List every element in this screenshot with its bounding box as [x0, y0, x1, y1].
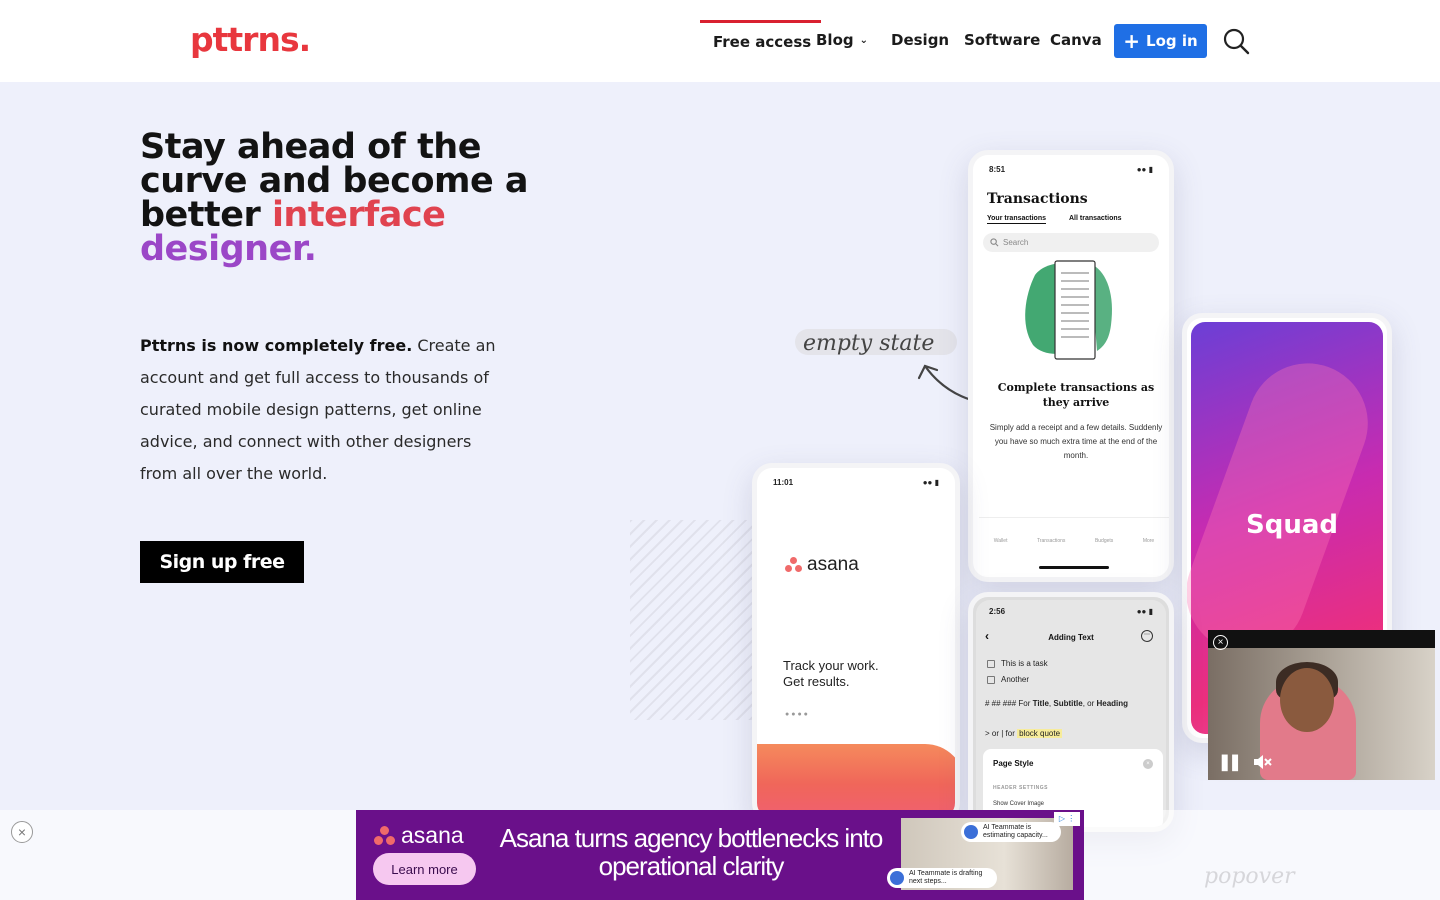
tab-your-transactions[interactable]: Your transactions: [987, 215, 1046, 224]
nav-software[interactable]: Software: [964, 20, 1040, 60]
tagline-line-1: Track your work.: [783, 658, 879, 673]
nav-label: Canva: [1050, 31, 1102, 49]
nav-canva[interactable]: Canva: [1050, 20, 1102, 60]
nav-label: Software: [964, 31, 1041, 49]
checkbox[interactable]: [987, 675, 995, 684]
sheet-section: HEADER SETTINGS: [993, 785, 1049, 791]
status-icons: ●● ▮: [922, 478, 939, 487]
hint-subtitle: Subtitle: [1053, 699, 1083, 708]
asana-tagline: Track your work. Get results.: [783, 658, 879, 690]
checkbox[interactable]: [987, 659, 995, 668]
hint-text: > or | for: [985, 729, 1018, 738]
login-label: Log in: [1146, 32, 1198, 50]
intro-text: Create an account and get full access to…: [140, 336, 496, 483]
task-label: Another: [1001, 675, 1030, 684]
asana-wordmark: asana: [807, 554, 859, 575]
close-icon[interactable]: ×: [1143, 759, 1153, 769]
mute-icon[interactable]: [1252, 752, 1272, 772]
phone-asana: 11:01 ●● ▮ asana Track your work. Get re…: [752, 463, 960, 823]
page-dots: ●●●●: [785, 711, 810, 718]
empty-state-label: empty state: [803, 331, 934, 356]
hero-intro: Pttrns is now completely free. Create an…: [140, 330, 510, 490]
status-time: 11:01: [773, 478, 794, 487]
status-icons: ●● ▮: [1136, 607, 1153, 616]
receipt-illustration: [1025, 260, 1113, 360]
sheet-item: Show Cover Image: [993, 801, 1045, 807]
headline-designer: designer.: [140, 229, 317, 269]
nav-label: Design: [891, 31, 950, 49]
nav-blog[interactable]: Blog ⌄: [816, 20, 868, 60]
plus-icon: +: [1123, 29, 1141, 53]
hint-highlight: block quote: [1017, 729, 1063, 738]
asana-logo: asana: [785, 554, 859, 576]
pause-icon[interactable]: ❚❚: [1218, 752, 1242, 772]
tabbar-transactions[interactable]: Transactions: [1037, 518, 1065, 557]
tagline-line-2: Get results.: [783, 674, 850, 689]
phone-notes: 2:56 ●● ▮ ‹ Adding Text ⋯ This is a task…: [968, 592, 1174, 832]
login-button[interactable]: + Log in: [1114, 24, 1207, 58]
pttrns-logo[interactable]: pttrns.: [190, 20, 311, 59]
tabbar-more[interactable]: More: [1143, 518, 1154, 557]
search-field[interactable]: Search: [983, 233, 1159, 252]
screen-title: Adding Text: [1048, 633, 1094, 642]
ad-logo: asana: [374, 822, 464, 849]
video-player[interactable]: × ❚❚: [1208, 630, 1435, 780]
status-icons: ●● ▮: [1136, 165, 1153, 174]
nav-label: Blog: [816, 31, 854, 49]
ad-photo: AI Teammate is estimating capacity... AI…: [887, 818, 1073, 890]
hint-or: , or: [1082, 699, 1097, 708]
tabbar-wallet[interactable]: Wallet: [994, 518, 1008, 557]
avatar: [964, 825, 978, 839]
phone-transactions: 8:51 ●● ▮ Transactions Your transactions…: [968, 150, 1174, 582]
task-label: This is a task: [1001, 659, 1048, 668]
nav-design[interactable]: Design: [891, 20, 949, 60]
status-time: 8:51: [989, 165, 1006, 174]
status-time: 2:56: [989, 607, 1006, 616]
task-row[interactable]: This is a task: [987, 659, 1048, 668]
asana-dots-icon: [785, 557, 803, 573]
asana-dots-icon: [374, 825, 396, 846]
search-icon: [990, 238, 999, 247]
bubble-text: AI Teammate is estimating capacity...: [983, 824, 1048, 839]
screen-title: Transactions: [987, 191, 1088, 207]
hero-headline: Stay ahead of the curve and become a bet…: [140, 130, 560, 269]
intro-bold: Pttrns is now completely free.: [140, 336, 413, 355]
sheet-title: Page Style: [993, 759, 1034, 768]
close-icon[interactable]: ×: [1213, 635, 1228, 650]
video-face: [1280, 668, 1334, 732]
task-row[interactable]: Another: [987, 675, 1029, 684]
quote-hint: > or | for block quote: [985, 727, 1165, 740]
hint-title: Title: [1032, 699, 1049, 708]
empty-state-body: Simply add a receipt and a few details. …: [989, 423, 1163, 460]
tab-bar: Wallet Transactions Budgets More: [979, 517, 1169, 557]
home-indicator: [1039, 566, 1109, 569]
site-header: pttrns. Free access Blog ⌄ Design Softwa…: [0, 0, 1440, 82]
ai-bubble: AI Teammate is estimating capacity...: [961, 822, 1061, 842]
bubble-text: AI Teammate is drafting next steps...: [909, 870, 983, 885]
ad-choices-icon[interactable]: ▷ ⋮: [1054, 812, 1080, 826]
empty-state-heading: Complete transactions as they arrive: [997, 381, 1155, 409]
squad-label: Squad: [1245, 510, 1338, 540]
video-frame: [1208, 648, 1435, 780]
signup-button[interactable]: Sign up free: [140, 541, 304, 583]
chevron-down-icon: ⌄: [859, 34, 869, 46]
tab-all-transactions[interactable]: All transactions: [1069, 215, 1122, 222]
hint-text: # ## ### For: [985, 699, 1033, 708]
close-icon[interactable]: ×: [11, 821, 33, 843]
learn-more-button[interactable]: Learn more: [373, 853, 476, 885]
nav-label: Free access: [713, 32, 812, 51]
search-icon[interactable]: [1222, 27, 1250, 55]
ad-wordmark: asana: [401, 822, 464, 848]
ad-headline: Asana turns agency bottlenecks into oper…: [499, 823, 884, 881]
more-icon[interactable]: ⋯: [1141, 630, 1153, 642]
nav-free-access[interactable]: Free access: [700, 20, 822, 60]
ad-banner[interactable]: asana Learn more Asana turns agency bott…: [356, 810, 1084, 900]
ai-bubble: AI Teammate is drafting next steps...: [887, 868, 997, 888]
markdown-hint: # ## ### For Title, Subtitle, or Heading: [985, 697, 1165, 710]
hint-heading: Heading: [1096, 699, 1129, 708]
avatar: [890, 871, 904, 885]
tabbar-budgets[interactable]: Budgets: [1095, 518, 1113, 557]
decorative-hatch: [630, 520, 760, 720]
